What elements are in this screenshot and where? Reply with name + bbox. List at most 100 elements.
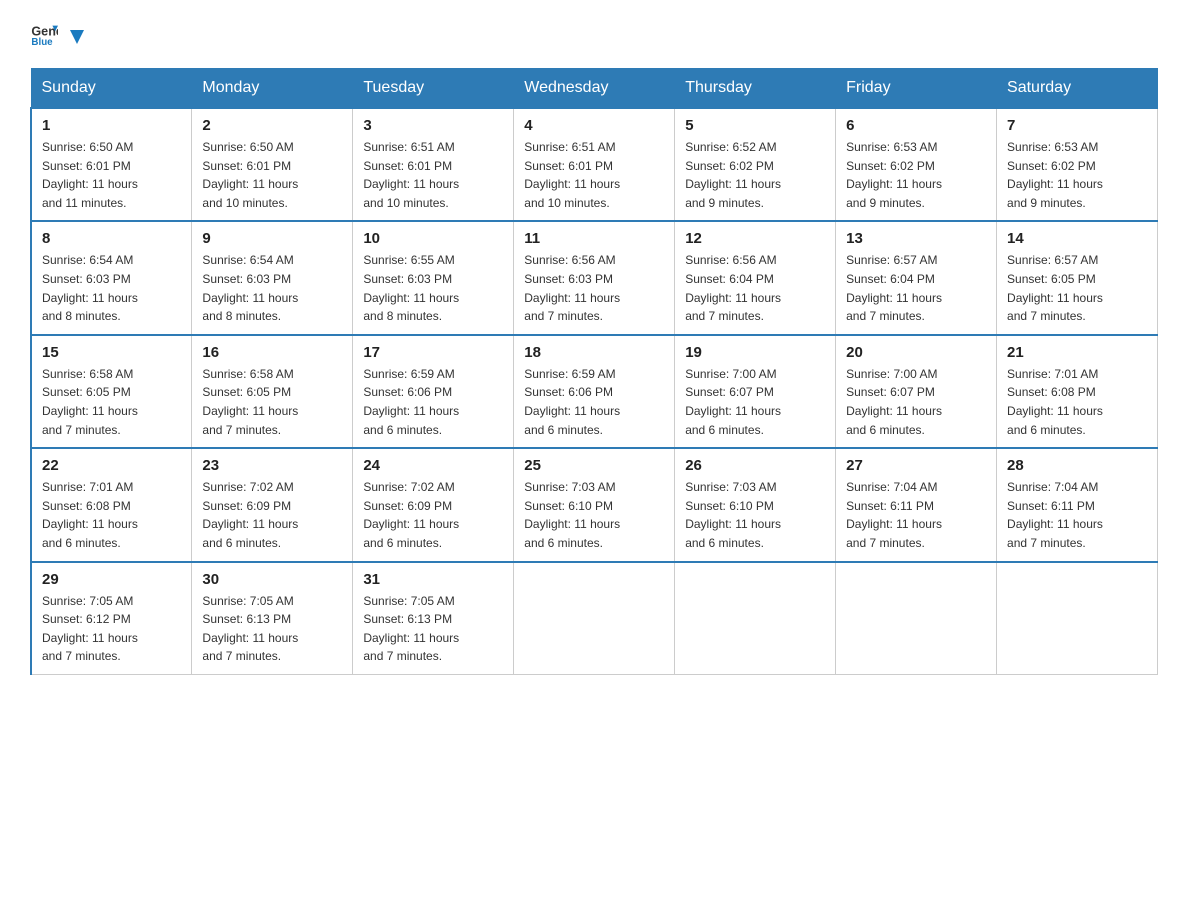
day-info: Sunrise: 7:04 AMSunset: 6:11 PMDaylight:… bbox=[1007, 480, 1103, 550]
calendar-cell: 12 Sunrise: 6:56 AMSunset: 6:04 PMDaylig… bbox=[675, 221, 836, 334]
day-number: 11 bbox=[524, 230, 664, 247]
day-number: 26 bbox=[685, 457, 825, 474]
column-header-wednesday: Wednesday bbox=[514, 69, 675, 109]
column-header-saturday: Saturday bbox=[997, 69, 1158, 109]
day-info: Sunrise: 7:05 AMSunset: 6:13 PMDaylight:… bbox=[202, 594, 298, 664]
day-number: 16 bbox=[202, 344, 342, 361]
calendar-cell: 23 Sunrise: 7:02 AMSunset: 6:09 PMDaylig… bbox=[192, 448, 353, 561]
day-info: Sunrise: 6:56 AMSunset: 6:04 PMDaylight:… bbox=[685, 253, 781, 323]
calendar-cell: 25 Sunrise: 7:03 AMSunset: 6:10 PMDaylig… bbox=[514, 448, 675, 561]
calendar-week-row: 22 Sunrise: 7:01 AMSunset: 6:08 PMDaylig… bbox=[31, 448, 1158, 561]
calendar-cell: 8 Sunrise: 6:54 AMSunset: 6:03 PMDayligh… bbox=[31, 221, 192, 334]
day-number: 20 bbox=[846, 344, 986, 361]
day-info: Sunrise: 6:57 AMSunset: 6:05 PMDaylight:… bbox=[1007, 253, 1103, 323]
day-number: 5 bbox=[685, 117, 825, 134]
day-info: Sunrise: 6:57 AMSunset: 6:04 PMDaylight:… bbox=[846, 253, 942, 323]
day-number: 23 bbox=[202, 457, 342, 474]
day-info: Sunrise: 7:04 AMSunset: 6:11 PMDaylight:… bbox=[846, 480, 942, 550]
calendar-cell: 6 Sunrise: 6:53 AMSunset: 6:02 PMDayligh… bbox=[836, 108, 997, 221]
calendar-week-row: 8 Sunrise: 6:54 AMSunset: 6:03 PMDayligh… bbox=[31, 221, 1158, 334]
calendar-cell: 3 Sunrise: 6:51 AMSunset: 6:01 PMDayligh… bbox=[353, 108, 514, 221]
day-info: Sunrise: 7:05 AMSunset: 6:12 PMDaylight:… bbox=[42, 594, 138, 664]
day-info: Sunrise: 7:03 AMSunset: 6:10 PMDaylight:… bbox=[524, 480, 620, 550]
day-info: Sunrise: 7:00 AMSunset: 6:07 PMDaylight:… bbox=[846, 367, 942, 437]
day-number: 22 bbox=[42, 457, 181, 474]
calendar-cell: 30 Sunrise: 7:05 AMSunset: 6:13 PMDaylig… bbox=[192, 562, 353, 675]
day-number: 18 bbox=[524, 344, 664, 361]
day-number: 28 bbox=[1007, 457, 1147, 474]
day-number: 13 bbox=[846, 230, 986, 247]
day-number: 27 bbox=[846, 457, 986, 474]
calendar-cell: 10 Sunrise: 6:55 AMSunset: 6:03 PMDaylig… bbox=[353, 221, 514, 334]
calendar-cell: 27 Sunrise: 7:04 AMSunset: 6:11 PMDaylig… bbox=[836, 448, 997, 561]
day-info: Sunrise: 6:55 AMSunset: 6:03 PMDaylight:… bbox=[363, 253, 459, 323]
day-info: Sunrise: 6:59 AMSunset: 6:06 PMDaylight:… bbox=[363, 367, 459, 437]
calendar-cell: 24 Sunrise: 7:02 AMSunset: 6:09 PMDaylig… bbox=[353, 448, 514, 561]
day-number: 3 bbox=[363, 117, 503, 134]
calendar-cell: 18 Sunrise: 6:59 AMSunset: 6:06 PMDaylig… bbox=[514, 335, 675, 448]
calendar-cell: 14 Sunrise: 6:57 AMSunset: 6:05 PMDaylig… bbox=[997, 221, 1158, 334]
day-info: Sunrise: 7:02 AMSunset: 6:09 PMDaylight:… bbox=[363, 480, 459, 550]
calendar-table: SundayMondayTuesdayWednesdayThursdayFrid… bbox=[30, 68, 1158, 675]
calendar-cell: 5 Sunrise: 6:52 AMSunset: 6:02 PMDayligh… bbox=[675, 108, 836, 221]
calendar-cell: 31 Sunrise: 7:05 AMSunset: 6:13 PMDaylig… bbox=[353, 562, 514, 675]
calendar-cell: 1 Sunrise: 6:50 AMSunset: 6:01 PMDayligh… bbox=[31, 108, 192, 221]
day-number: 19 bbox=[685, 344, 825, 361]
column-header-thursday: Thursday bbox=[675, 69, 836, 109]
calendar-cell: 20 Sunrise: 7:00 AMSunset: 6:07 PMDaylig… bbox=[836, 335, 997, 448]
calendar-cell: 19 Sunrise: 7:00 AMSunset: 6:07 PMDaylig… bbox=[675, 335, 836, 448]
day-number: 7 bbox=[1007, 117, 1147, 134]
day-info: Sunrise: 6:50 AMSunset: 6:01 PMDaylight:… bbox=[202, 140, 298, 210]
svg-text:Blue: Blue bbox=[31, 37, 53, 48]
calendar-cell bbox=[514, 562, 675, 675]
day-number: 9 bbox=[202, 230, 342, 247]
calendar-cell: 9 Sunrise: 6:54 AMSunset: 6:03 PMDayligh… bbox=[192, 221, 353, 334]
calendar-cell: 17 Sunrise: 6:59 AMSunset: 6:06 PMDaylig… bbox=[353, 335, 514, 448]
day-number: 1 bbox=[42, 117, 181, 134]
logo-icon: General Blue bbox=[30, 20, 58, 48]
calendar-cell: 29 Sunrise: 7:05 AMSunset: 6:12 PMDaylig… bbox=[31, 562, 192, 675]
day-number: 2 bbox=[202, 117, 342, 134]
day-info: Sunrise: 7:01 AMSunset: 6:08 PMDaylight:… bbox=[42, 480, 138, 550]
day-info: Sunrise: 6:54 AMSunset: 6:03 PMDaylight:… bbox=[202, 253, 298, 323]
day-number: 6 bbox=[846, 117, 986, 134]
column-header-friday: Friday bbox=[836, 69, 997, 109]
day-info: Sunrise: 6:58 AMSunset: 6:05 PMDaylight:… bbox=[42, 367, 138, 437]
calendar-body: 1 Sunrise: 6:50 AMSunset: 6:01 PMDayligh… bbox=[31, 108, 1158, 674]
day-number: 31 bbox=[363, 571, 503, 588]
calendar-cell: 16 Sunrise: 6:58 AMSunset: 6:05 PMDaylig… bbox=[192, 335, 353, 448]
day-info: Sunrise: 6:54 AMSunset: 6:03 PMDaylight:… bbox=[42, 253, 138, 323]
calendar-week-row: 1 Sunrise: 6:50 AMSunset: 6:01 PMDayligh… bbox=[31, 108, 1158, 221]
day-info: Sunrise: 7:02 AMSunset: 6:09 PMDaylight:… bbox=[202, 480, 298, 550]
calendar-cell: 26 Sunrise: 7:03 AMSunset: 6:10 PMDaylig… bbox=[675, 448, 836, 561]
day-info: Sunrise: 6:58 AMSunset: 6:05 PMDaylight:… bbox=[202, 367, 298, 437]
column-header-tuesday: Tuesday bbox=[353, 69, 514, 109]
logo-triangle-icon bbox=[66, 26, 88, 48]
day-number: 29 bbox=[42, 571, 181, 588]
calendar-cell: 15 Sunrise: 6:58 AMSunset: 6:05 PMDaylig… bbox=[31, 335, 192, 448]
day-info: Sunrise: 6:56 AMSunset: 6:03 PMDaylight:… bbox=[524, 253, 620, 323]
calendar-cell: 7 Sunrise: 6:53 AMSunset: 6:02 PMDayligh… bbox=[997, 108, 1158, 221]
calendar-cell: 2 Sunrise: 6:50 AMSunset: 6:01 PMDayligh… bbox=[192, 108, 353, 221]
day-info: Sunrise: 6:50 AMSunset: 6:01 PMDaylight:… bbox=[42, 140, 138, 210]
column-header-sunday: Sunday bbox=[31, 69, 192, 109]
logo: General Blue bbox=[30, 20, 90, 48]
day-info: Sunrise: 6:59 AMSunset: 6:06 PMDaylight:… bbox=[524, 367, 620, 437]
calendar-week-row: 15 Sunrise: 6:58 AMSunset: 6:05 PMDaylig… bbox=[31, 335, 1158, 448]
day-number: 4 bbox=[524, 117, 664, 134]
day-number: 8 bbox=[42, 230, 181, 247]
day-number: 14 bbox=[1007, 230, 1147, 247]
day-number: 17 bbox=[363, 344, 503, 361]
page-header: General Blue bbox=[30, 20, 1158, 48]
calendar-cell: 21 Sunrise: 7:01 AMSunset: 6:08 PMDaylig… bbox=[997, 335, 1158, 448]
day-number: 25 bbox=[524, 457, 664, 474]
calendar-cell: 28 Sunrise: 7:04 AMSunset: 6:11 PMDaylig… bbox=[997, 448, 1158, 561]
day-info: Sunrise: 7:03 AMSunset: 6:10 PMDaylight:… bbox=[685, 480, 781, 550]
day-info: Sunrise: 6:53 AMSunset: 6:02 PMDaylight:… bbox=[846, 140, 942, 210]
day-number: 30 bbox=[202, 571, 342, 588]
calendar-cell: 4 Sunrise: 6:51 AMSunset: 6:01 PMDayligh… bbox=[514, 108, 675, 221]
column-header-monday: Monday bbox=[192, 69, 353, 109]
day-info: Sunrise: 6:51 AMSunset: 6:01 PMDaylight:… bbox=[524, 140, 620, 210]
day-info: Sunrise: 6:51 AMSunset: 6:01 PMDaylight:… bbox=[363, 140, 459, 210]
calendar-cell bbox=[997, 562, 1158, 675]
